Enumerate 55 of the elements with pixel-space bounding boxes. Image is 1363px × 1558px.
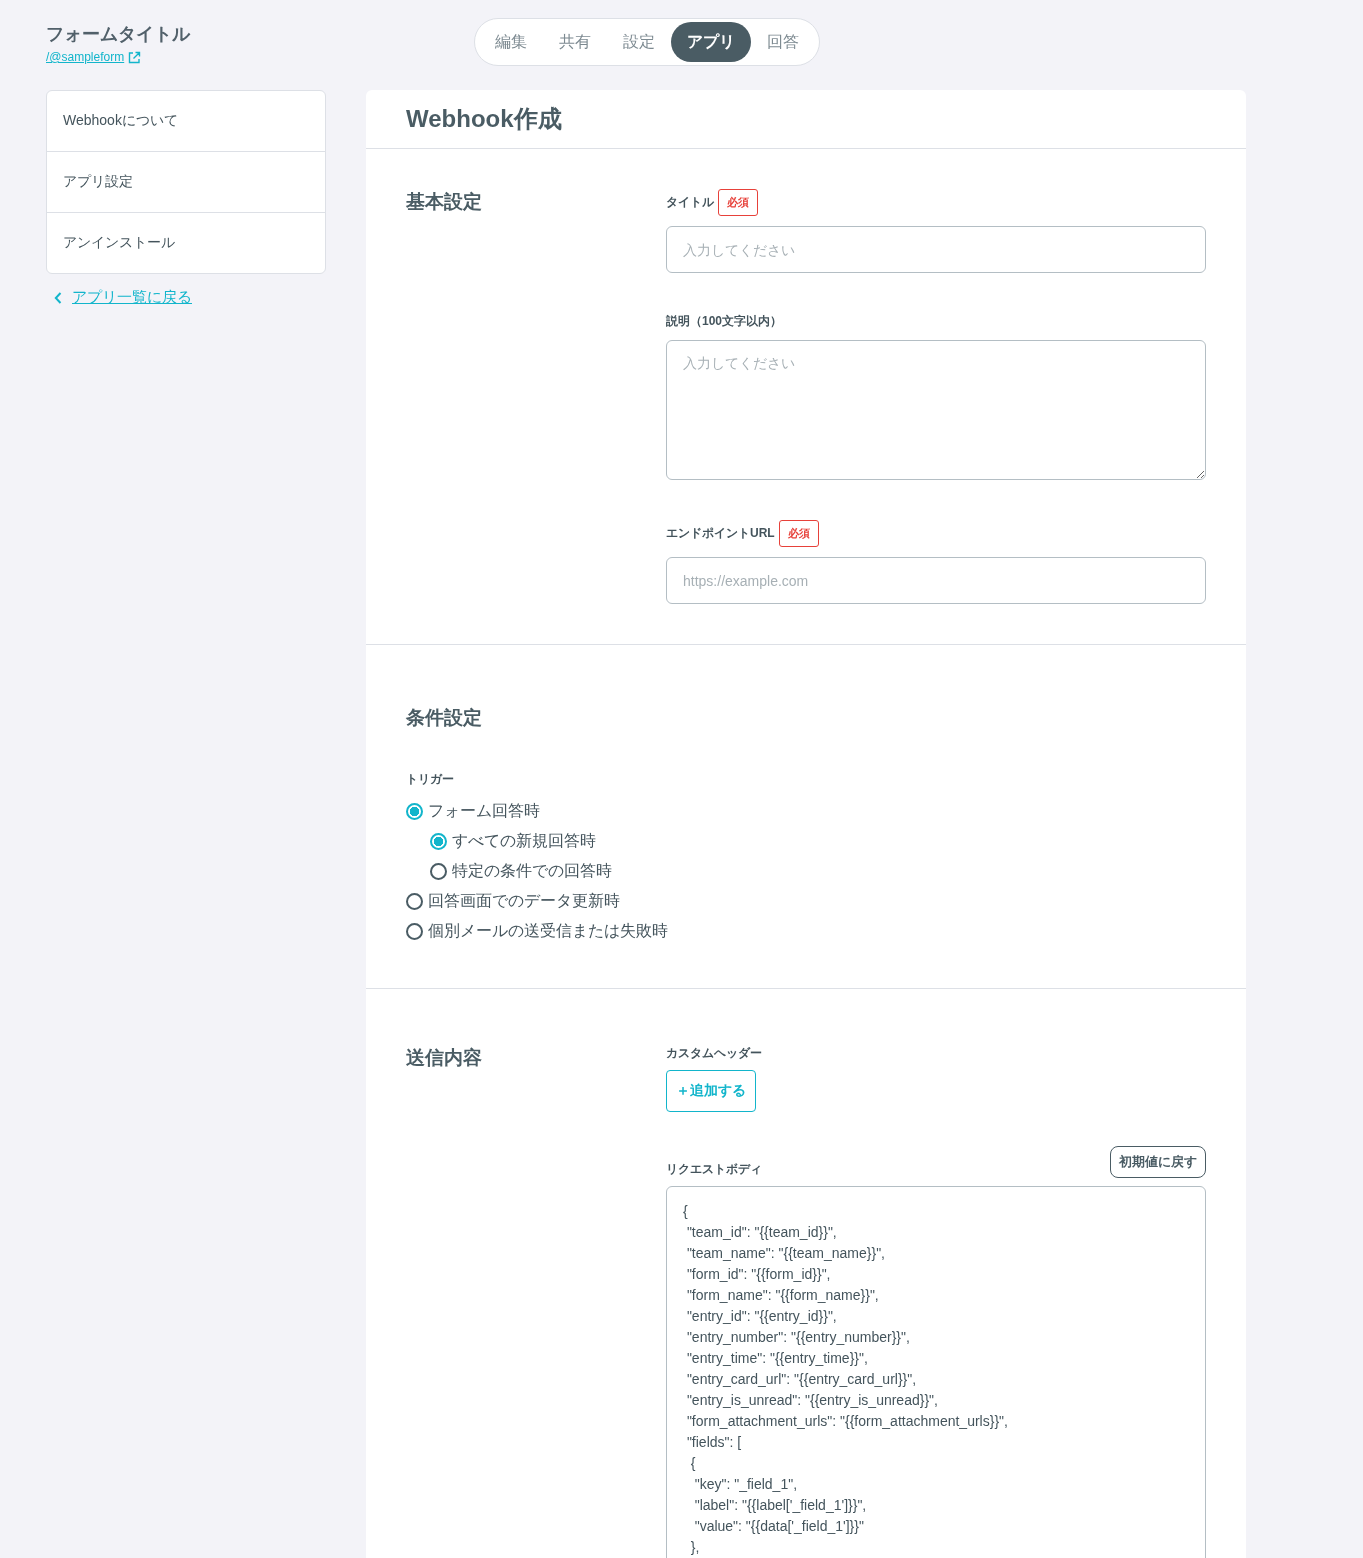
tab[interactable]: アプリ: [671, 22, 751, 62]
field-label: エンドポイントURL: [666, 525, 775, 542]
code-line: "value": "{{data['_field_1']}}": [693, 1517, 865, 1536]
code-line: "form_attachment_urls": "{{form_attachment_urls}}",: [685, 1412, 1009, 1431]
description-field[interactable]: 入力してください: [666, 340, 1206, 480]
tab[interactable]: 回答: [751, 22, 815, 62]
sidebar-item[interactable]: Webhookについて: [47, 91, 325, 151]
radio-button[interactable]: [406, 802, 423, 820]
code-line: "entry_time": "{{entry_time}}",: [685, 1349, 869, 1368]
input-field[interactable]: 入力してください: [666, 226, 1206, 273]
radio-button[interactable]: [430, 862, 447, 880]
radio-button[interactable]: [406, 922, 423, 940]
sidebar-item[interactable]: アプリ設定: [47, 151, 325, 212]
code-line: },: [689, 1538, 701, 1557]
section-heading: 条件設定: [406, 706, 483, 730]
section-heading: 基本設定: [406, 190, 483, 214]
code-line: "key": "_field_1",: [693, 1475, 799, 1494]
code-line: "entry_is_unread": "{{entry_is_unread}}",: [685, 1391, 939, 1410]
field-label: タイトル: [666, 194, 714, 211]
form-title: フォームタイトル: [46, 23, 192, 46]
radio-label[interactable]: フォーム回答時: [428, 800, 540, 822]
radio-label[interactable]: 特定の条件での回答時: [452, 860, 612, 882]
field-label: カスタムヘッダー: [666, 1045, 763, 1062]
code-line: "entry_number": "{{entry_number}}",: [685, 1328, 911, 1347]
external-link-icon: [128, 50, 142, 64]
sidebar-item[interactable]: アンインストール: [47, 212, 325, 273]
code-line: "fields": [: [685, 1433, 743, 1452]
section-heading: 送信内容: [406, 1046, 483, 1070]
request-body-field[interactable]: [666, 1186, 1206, 1558]
code-line: "form_name": "{{form_name}}",: [685, 1286, 880, 1305]
required-badge: 必須: [718, 189, 758, 216]
radio-label[interactable]: 回答画面でのデータ更新時: [428, 890, 620, 912]
radio-label[interactable]: すべての新規回答時: [452, 830, 596, 852]
reset-button[interactable]: 初期値に戻す: [1110, 1146, 1206, 1178]
input-field[interactable]: https://example.com: [666, 557, 1206, 604]
required-badge: 必須: [778, 520, 819, 547]
chevron-left-icon: [54, 291, 62, 304]
field-label: トリガー: [406, 771, 455, 788]
code-line: "label": "{{label['_field_1']}}",: [693, 1496, 868, 1515]
code-line: {: [683, 1202, 689, 1221]
tab[interactable]: 編集: [479, 22, 543, 62]
radio-button[interactable]: [430, 832, 447, 850]
code-line: "form_id": "{{form_id}}",: [685, 1265, 832, 1284]
page-title: Webhook作成: [406, 104, 562, 134]
code-line: "entry_id": "{{entry_id}}",: [685, 1307, 838, 1326]
code-line: "entry_card_url": "{{entry_card_url}}",: [685, 1370, 918, 1389]
code-line: {: [689, 1454, 697, 1473]
code-line: "team_id": "{{team_id}}",: [685, 1223, 838, 1242]
field-label: リクエストボディ: [666, 1161, 762, 1178]
tab[interactable]: 共有: [543, 22, 607, 62]
code-line: "team_name": "{{team_name}}",: [685, 1244, 886, 1263]
field-label: 説明（100文字以内）: [666, 313, 783, 330]
tab[interactable]: 設定: [607, 22, 671, 62]
radio-button[interactable]: [406, 892, 423, 910]
radio-label[interactable]: 個別メールの送受信または失敗時: [428, 920, 668, 942]
